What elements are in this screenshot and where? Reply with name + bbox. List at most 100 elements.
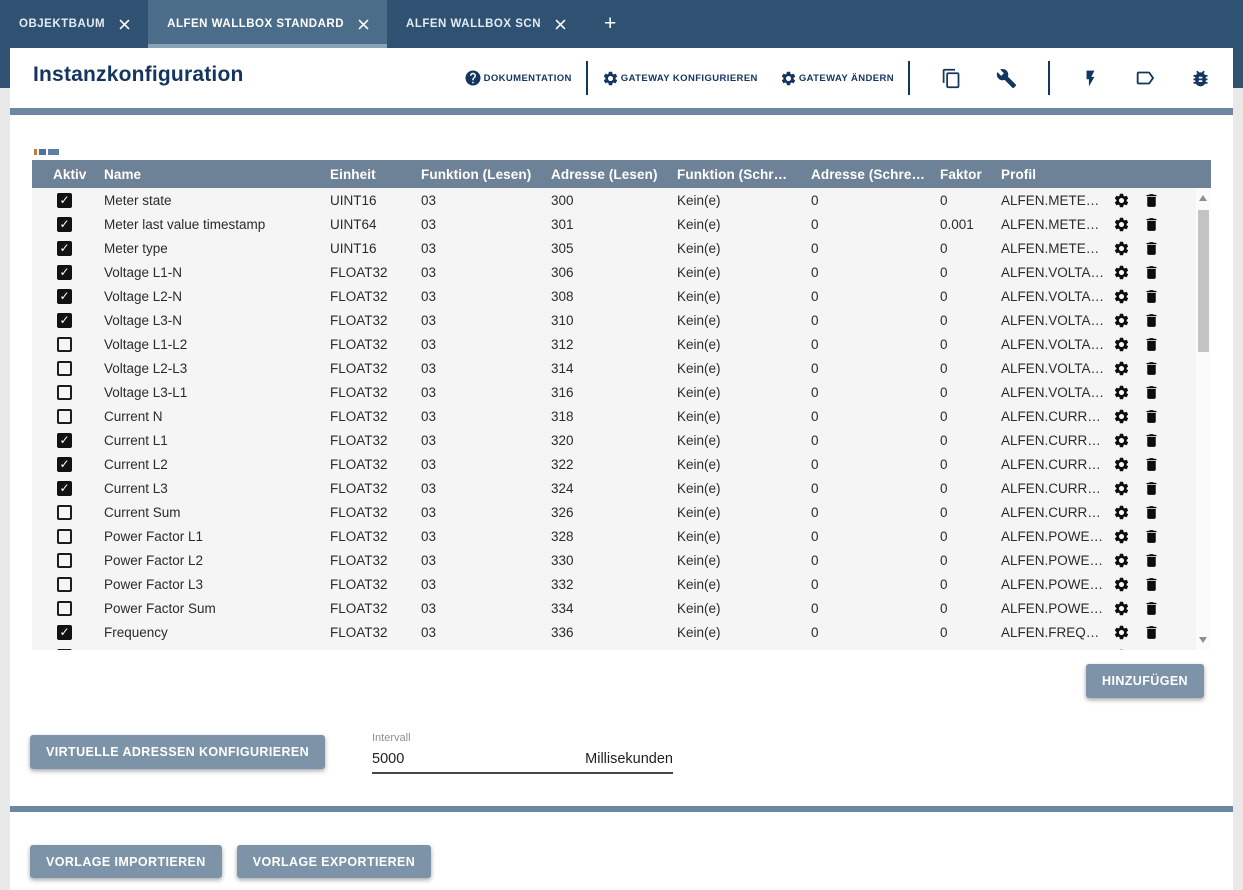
row-active-checkbox[interactable] [57, 625, 72, 640]
row-active-checkbox[interactable] [57, 481, 72, 496]
row-delete-button[interactable] [1143, 312, 1160, 329]
row-active-checkbox[interactable] [57, 265, 72, 280]
row-active-checkbox[interactable] [57, 289, 72, 304]
gear-icon [1113, 600, 1130, 617]
row-settings-button[interactable] [1113, 288, 1130, 305]
interval-input[interactable] [372, 751, 492, 767]
row-settings-button[interactable] [1113, 480, 1130, 497]
row-delete-button[interactable] [1143, 432, 1160, 449]
live-values-button[interactable] [1081, 68, 1100, 89]
row-active-checkbox[interactable] [57, 313, 72, 328]
row-active-checkbox[interactable] [57, 553, 72, 568]
row-settings-button[interactable] [1113, 312, 1130, 329]
row-delete-button[interactable] [1143, 288, 1160, 305]
row-settings-button[interactable] [1113, 240, 1130, 257]
cell-einheit: UINT64 [330, 217, 421, 232]
row-delete-button[interactable] [1143, 240, 1160, 257]
gateway-change-button[interactable]: GATEWAY ÄNDERN [780, 70, 894, 87]
row-active-checkbox[interactable] [57, 649, 72, 651]
row-active-checkbox[interactable] [57, 409, 72, 424]
cell-funktion-schreiben: Kein(e) [677, 577, 811, 592]
cell-profil: ALFEN.CURR… [1001, 457, 1113, 472]
row-active-checkbox[interactable] [57, 241, 72, 256]
row-active-checkbox[interactable] [57, 337, 72, 352]
row-delete-button[interactable] [1143, 480, 1160, 497]
row-delete-button[interactable] [1143, 576, 1160, 593]
row-delete-button[interactable] [1143, 552, 1160, 569]
scrollbar-down-arrow[interactable] [1199, 637, 1207, 643]
row-settings-button[interactable] [1113, 360, 1130, 377]
cell-profil: ALFEN.POWE… [1001, 601, 1113, 616]
row-active-checkbox[interactable] [57, 361, 72, 376]
row-settings-button[interactable] [1113, 384, 1130, 401]
documentation-button[interactable]: DOKUMENTATION [464, 69, 572, 87]
cell-profil: ALFEN.METE… [1001, 193, 1113, 208]
row-settings-button[interactable] [1113, 624, 1130, 641]
cell-adresse-schreiben: 0 [811, 241, 940, 256]
column-header: Adresse (Schre… [811, 167, 940, 182]
row-active-checkbox[interactable] [57, 457, 72, 472]
row-active-checkbox[interactable] [57, 529, 72, 544]
row-delete-button[interactable] [1143, 264, 1160, 281]
row-delete-button[interactable] [1143, 336, 1160, 353]
cell-adresse-lesen: 306 [551, 265, 677, 280]
configure-virtual-addresses-button[interactable]: VIRTUELLE ADRESSEN KONFIGURIEREN [30, 735, 325, 769]
row-active-checkbox[interactable] [57, 385, 72, 400]
tab[interactable]: ALFEN WALLBOX SCN [387, 0, 584, 48]
tab-close-icon[interactable] [118, 18, 131, 31]
cell-adresse-schreiben: 0 [811, 601, 940, 616]
row-settings-button[interactable] [1113, 264, 1130, 281]
cell-adresse-lesen: 330 [551, 553, 677, 568]
tab[interactable]: OBJEKTBAUM [0, 0, 148, 48]
row-delete-button[interactable] [1143, 192, 1160, 209]
row-delete-button[interactable] [1143, 456, 1160, 473]
row-active-checkbox[interactable] [57, 433, 72, 448]
copy-button[interactable] [941, 68, 962, 89]
scrollbar-up-arrow[interactable] [1199, 195, 1207, 201]
row-settings-button[interactable] [1113, 648, 1130, 651]
row-delete-button[interactable] [1143, 216, 1160, 233]
row-delete-button[interactable] [1143, 360, 1160, 377]
add-row-button[interactable]: HINZUFÜGEN [1086, 664, 1204, 698]
cell-profil: ALFEN.VOLTA… [1001, 385, 1113, 400]
trash-icon [1143, 576, 1160, 593]
row-delete-button[interactable] [1143, 504, 1160, 521]
export-template-button[interactable]: VORLAGE EXPORTIEREN [237, 845, 431, 878]
row-active-checkbox[interactable] [57, 217, 72, 232]
row-settings-button[interactable] [1113, 504, 1130, 521]
row-settings-button[interactable] [1113, 528, 1130, 545]
row-settings-button[interactable] [1113, 456, 1130, 473]
row-settings-button[interactable] [1113, 336, 1130, 353]
row-settings-button[interactable] [1113, 552, 1130, 569]
tab-close-icon[interactable] [554, 18, 567, 31]
row-active-checkbox[interactable] [57, 193, 72, 208]
import-template-button[interactable]: VORLAGE IMPORTIEREN [30, 845, 222, 878]
cell-faktor: 0 [940, 289, 1001, 304]
tab-close-icon[interactable] [357, 18, 370, 31]
row-active-checkbox[interactable] [57, 577, 72, 592]
row-settings-button[interactable] [1113, 192, 1130, 209]
row-delete-button[interactable] [1143, 600, 1160, 617]
row-active-checkbox[interactable] [57, 601, 72, 616]
table-scrollbar[interactable] [1196, 188, 1211, 650]
row-settings-button[interactable] [1113, 408, 1130, 425]
tab[interactable]: ALFEN WALLBOX STANDARD [148, 0, 387, 48]
row-settings-button[interactable] [1113, 432, 1130, 449]
row-delete-button[interactable] [1143, 624, 1160, 641]
cell-funktion-lesen: 03 [421, 433, 551, 448]
tools-button[interactable] [996, 68, 1017, 89]
new-tab-button[interactable]: + [590, 0, 630, 48]
row-delete-button[interactable] [1143, 384, 1160, 401]
row-settings-button[interactable] [1113, 576, 1130, 593]
row-active-checkbox[interactable] [57, 505, 72, 520]
tag-button[interactable] [1134, 67, 1156, 89]
table-row: Current L1 FLOAT32 03 320 Kein(e) 0 0 AL… [32, 428, 1196, 452]
row-settings-button[interactable] [1113, 216, 1130, 233]
row-delete-button[interactable] [1143, 408, 1160, 425]
scrollbar-thumb[interactable] [1198, 210, 1209, 352]
gateway-configure-button[interactable]: GATEWAY KONFIGURIEREN [602, 70, 758, 87]
row-delete-button[interactable] [1143, 528, 1160, 545]
debug-button[interactable] [1190, 68, 1211, 89]
row-settings-button[interactable] [1113, 600, 1130, 617]
row-delete-button[interactable] [1143, 648, 1160, 651]
